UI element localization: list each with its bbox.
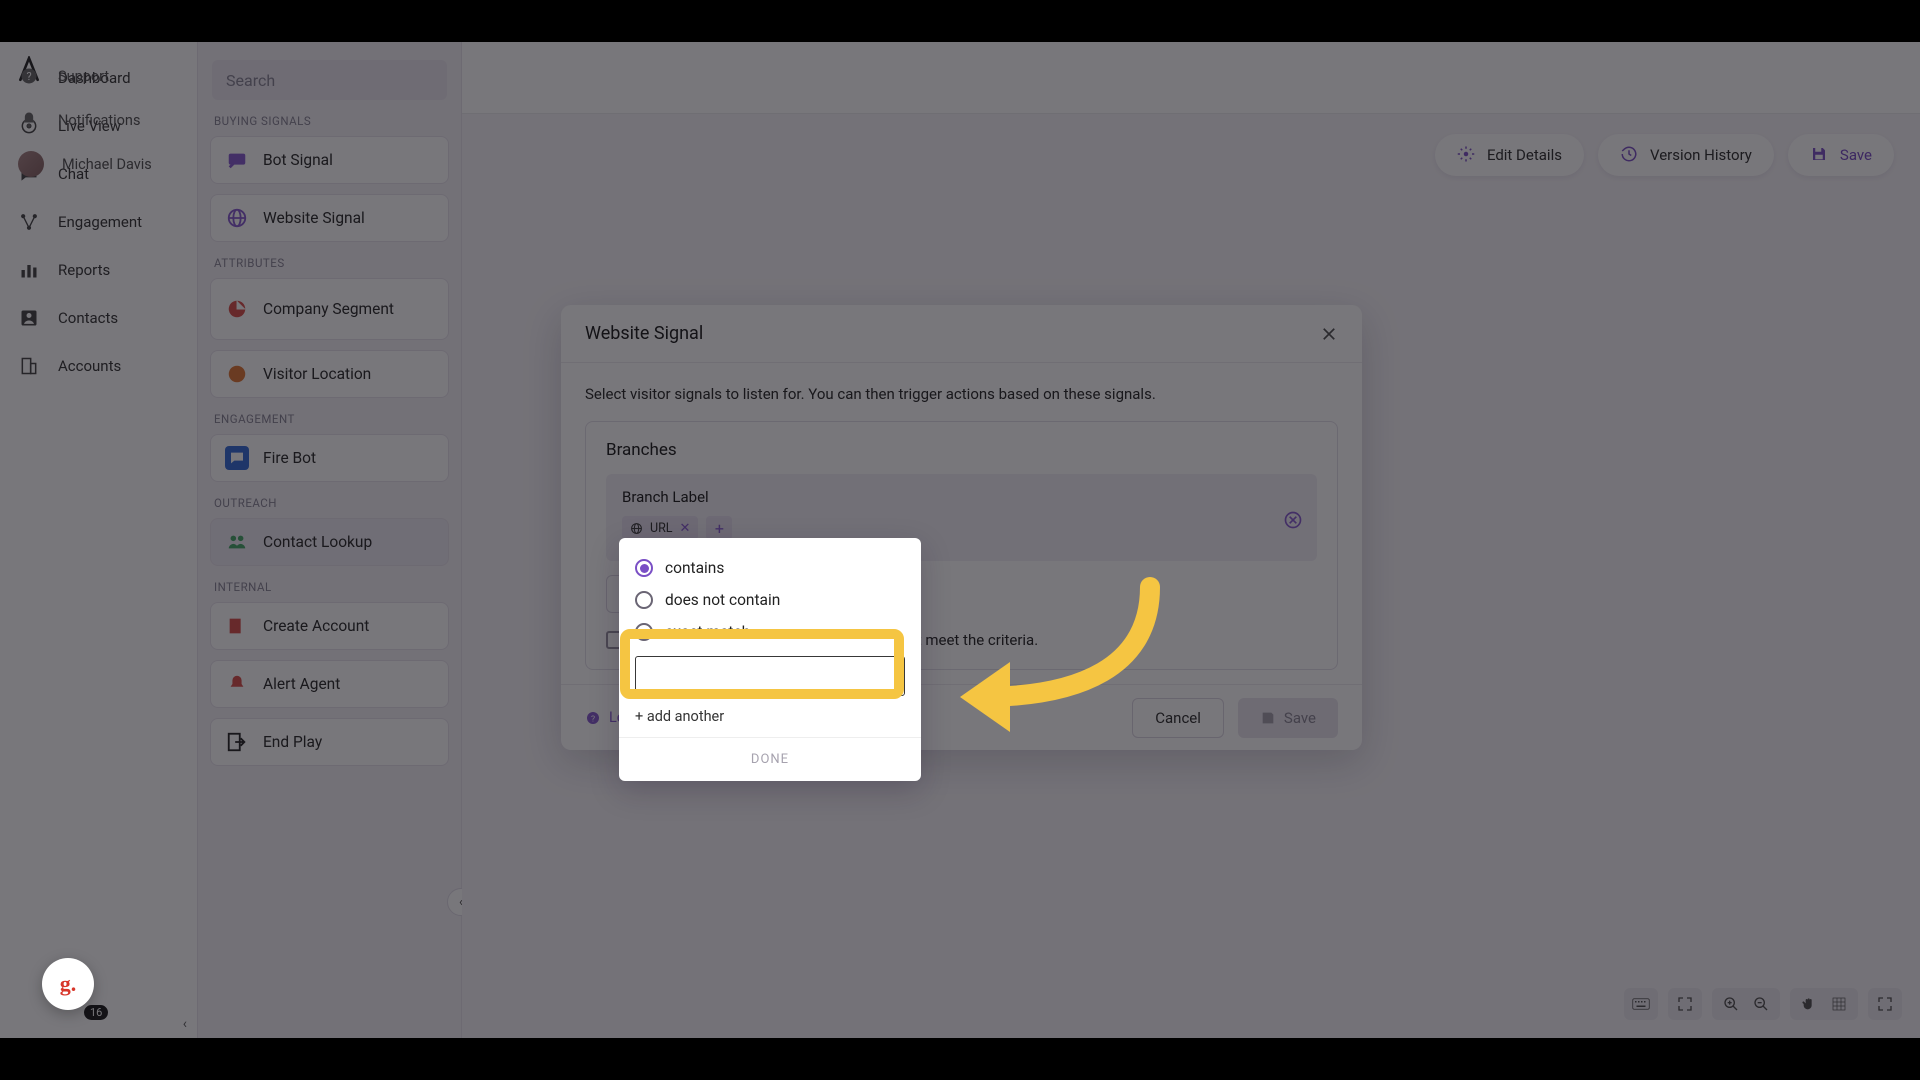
g-icon: g. <box>60 971 77 997</box>
done-button[interactable]: DONE <box>619 737 921 781</box>
option-exact-match[interactable]: exact match <box>635 616 905 648</box>
radio-icon <box>635 623 653 641</box>
radio-selected-icon <box>635 559 653 577</box>
radio-icon <box>635 591 653 609</box>
condition-value-input[interactable] <box>635 656 905 696</box>
assistant-badge[interactable]: g. <box>42 958 94 1010</box>
dim-overlay <box>0 42 1920 1038</box>
add-another-link[interactable]: + add another <box>635 708 905 725</box>
url-condition-popover: contains does not contain exact match + … <box>619 538 921 781</box>
option-contains[interactable]: contains <box>635 552 905 584</box>
option-does-not-contain[interactable]: does not contain <box>635 584 905 616</box>
